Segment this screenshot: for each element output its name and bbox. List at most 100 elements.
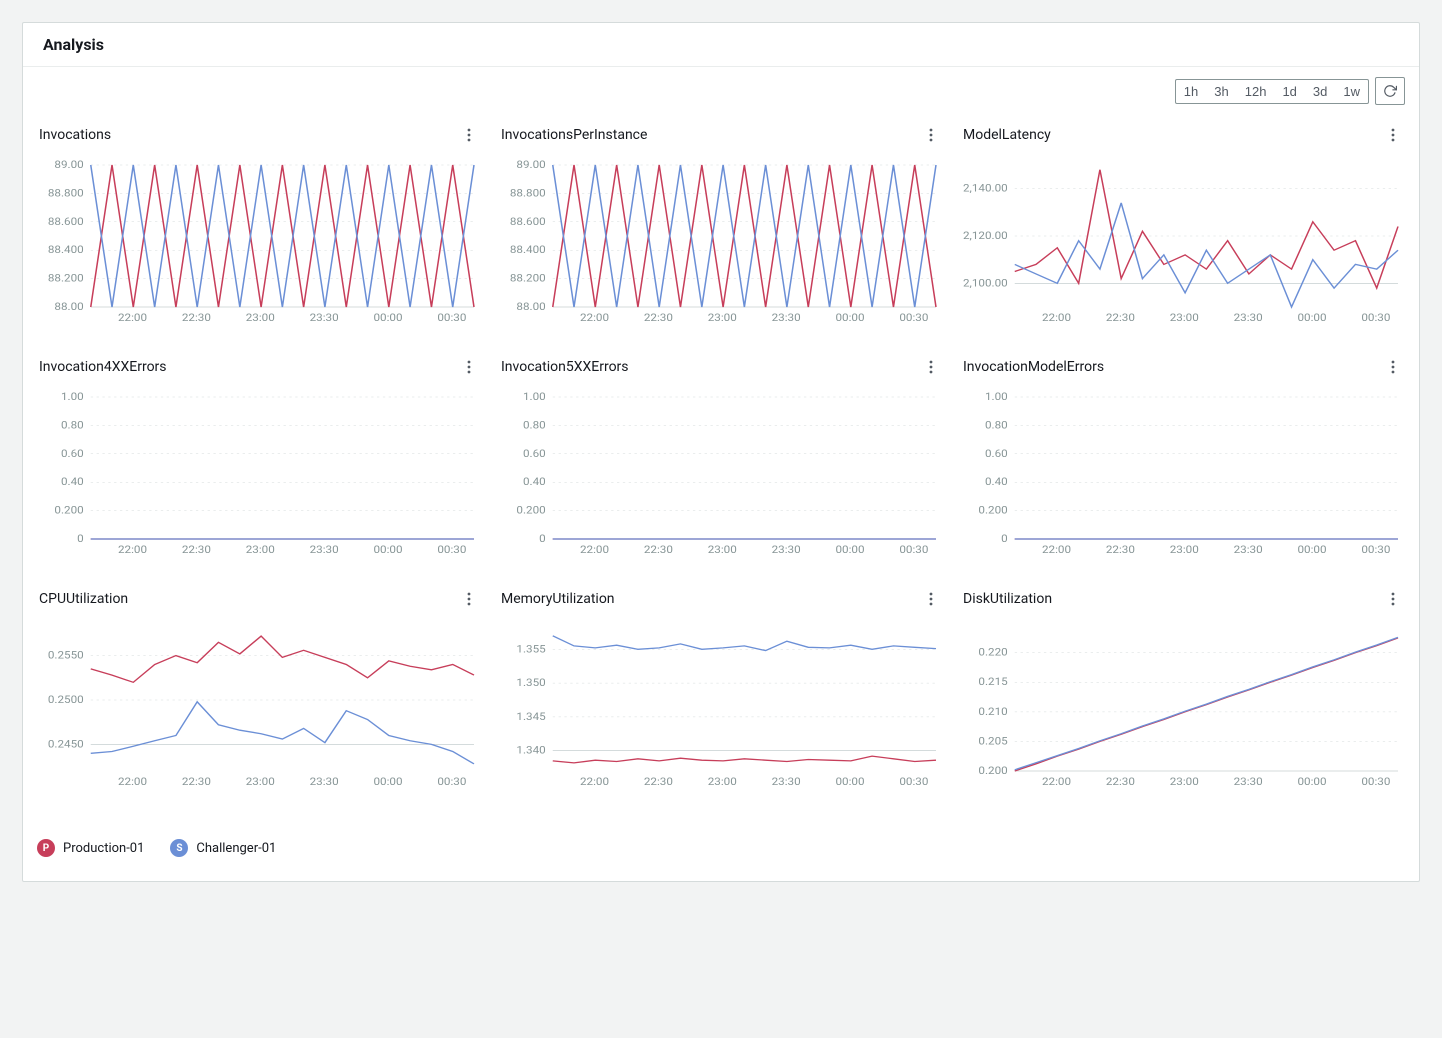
svg-text:22:00: 22:00	[1042, 776, 1071, 788]
panel-title: Analysis	[23, 23, 1419, 67]
kebab-icon	[1391, 360, 1395, 374]
chart-menu-button[interactable]	[921, 589, 941, 609]
svg-text:0.200: 0.200	[978, 504, 1007, 516]
svg-text:0.60: 0.60	[61, 448, 84, 460]
chart-menu-button[interactable]	[459, 357, 479, 377]
chart-tile-invocation4xx: Invocation4XXErrors00.2000.400.600.801.0…	[37, 345, 481, 573]
svg-text:00:30: 00:30	[437, 544, 466, 556]
series-line	[1015, 637, 1398, 770]
svg-text:0.2500: 0.2500	[48, 694, 84, 706]
chart-body: 1.3401.3451.3501.35522:0022:3023:0023:30…	[499, 623, 943, 793]
svg-text:0: 0	[77, 533, 84, 545]
svg-text:0.40: 0.40	[985, 476, 1008, 488]
kebab-icon	[1391, 592, 1395, 606]
svg-text:23:30: 23:30	[1234, 776, 1263, 788]
kebab-icon	[467, 360, 471, 374]
svg-text:2,120.00: 2,120.00	[963, 230, 1008, 242]
chart-title: InvocationsPerInstance	[501, 127, 647, 143]
svg-text:00:30: 00:30	[437, 312, 466, 324]
svg-text:23:00: 23:00	[1170, 544, 1199, 556]
svg-text:1.355: 1.355	[516, 643, 545, 655]
svg-text:0.2550: 0.2550	[48, 649, 84, 661]
chart-body: 0.2000.2050.2100.2150.22022:0022:3023:00…	[961, 623, 1405, 793]
svg-text:22:30: 22:30	[644, 776, 673, 788]
range-12h[interactable]: 12h	[1237, 80, 1275, 103]
svg-text:1.350: 1.350	[516, 677, 545, 689]
svg-text:88.800: 88.800	[48, 187, 84, 199]
svg-text:22:00: 22:00	[580, 776, 609, 788]
chart-menu-button[interactable]	[459, 125, 479, 145]
kebab-icon	[467, 128, 471, 142]
series-line	[91, 702, 474, 764]
range-1w[interactable]: 1w	[1335, 80, 1368, 103]
svg-text:22:00: 22:00	[580, 544, 609, 556]
series-line	[553, 636, 936, 651]
svg-text:1.340: 1.340	[516, 745, 545, 757]
svg-text:0: 0	[1001, 533, 1008, 545]
analysis-panel: Analysis 1h3h12h1d3d1w Invocations88.008…	[22, 22, 1420, 882]
svg-text:0.210: 0.210	[978, 706, 1007, 718]
svg-text:0.215: 0.215	[978, 676, 1007, 688]
range-3d[interactable]: 3d	[1305, 80, 1335, 103]
chart-tile-modelLatency: ModelLatency2,100.002,120.002,140.0022:0…	[961, 113, 1405, 341]
svg-text:88.00: 88.00	[516, 301, 545, 313]
chart-tile-cpuUtil: CPUUtilization0.24500.25000.255022:0022:…	[37, 577, 481, 805]
svg-text:2,140.00: 2,140.00	[963, 182, 1008, 194]
legend: PProduction-01SChallenger-01	[23, 823, 1419, 881]
svg-text:23:00: 23:00	[246, 312, 275, 324]
charts-grid: Invocations88.0088.20088.40088.60088.800…	[23, 105, 1419, 823]
chart-menu-button[interactable]	[1383, 357, 1403, 377]
chart-menu-button[interactable]	[1383, 589, 1403, 609]
svg-text:88.600: 88.600	[510, 216, 546, 228]
chart-menu-button[interactable]	[1383, 125, 1403, 145]
svg-text:22:00: 22:00	[118, 776, 147, 788]
svg-text:23:00: 23:00	[246, 544, 275, 556]
svg-text:22:00: 22:00	[118, 312, 147, 324]
svg-text:23:00: 23:00	[708, 312, 737, 324]
chart-title: Invocation4XXErrors	[39, 359, 167, 375]
svg-text:22:30: 22:30	[1106, 312, 1135, 324]
svg-text:23:00: 23:00	[1170, 312, 1199, 324]
range-3h[interactable]: 3h	[1206, 80, 1236, 103]
svg-text:88.00: 88.00	[54, 301, 83, 313]
svg-text:2,100.00: 2,100.00	[963, 277, 1008, 289]
svg-text:22:30: 22:30	[182, 312, 211, 324]
svg-text:00:30: 00:30	[1361, 544, 1390, 556]
legend-label: Production-01	[63, 841, 144, 856]
chart-title: DiskUtilization	[963, 591, 1052, 607]
svg-text:0.40: 0.40	[523, 476, 546, 488]
svg-text:23:00: 23:00	[246, 776, 275, 788]
legend-item: PProduction-01	[37, 839, 144, 857]
kebab-icon	[929, 128, 933, 142]
svg-text:88.400: 88.400	[48, 244, 84, 256]
chart-menu-button[interactable]	[921, 125, 941, 145]
chart-menu-button[interactable]	[921, 357, 941, 377]
range-1h[interactable]: 1h	[1176, 80, 1206, 103]
svg-text:1.00: 1.00	[523, 391, 546, 403]
svg-text:23:30: 23:30	[310, 312, 339, 324]
chart-body: 0.2450 0.2500 0.2550 22:00 22:30 23:00 23:30 00…	[37, 623, 481, 793]
time-range-group: 1h3h12h1d3d1w	[1175, 79, 1369, 104]
refresh-button[interactable]	[1375, 77, 1405, 105]
chart-body: 00.2000.400.600.801.0022:0022:3023:0023:…	[961, 391, 1405, 561]
chart-tile-memUtil: MemoryUtilization1.3401.3451.3501.35522:…	[499, 577, 943, 805]
svg-text:89.00: 89.00	[516, 159, 545, 171]
svg-text:00:00: 00:00	[373, 776, 402, 788]
refresh-icon	[1383, 84, 1397, 98]
chart-body: 00.2000.400.600.801.0022:0022:3023:0023:…	[37, 391, 481, 561]
svg-text:22:30: 22:30	[182, 776, 211, 788]
range-1d[interactable]: 1d	[1274, 80, 1304, 103]
chart-menu-button[interactable]	[459, 589, 479, 609]
svg-text:0.200: 0.200	[516, 504, 545, 516]
svg-text:22:30: 22:30	[1106, 544, 1135, 556]
svg-text:1.00: 1.00	[61, 391, 84, 403]
svg-text:23:30: 23:30	[310, 776, 339, 788]
svg-text:00:00: 00:00	[835, 544, 864, 556]
svg-text:00:30: 00:30	[1361, 776, 1390, 788]
svg-text:00:00: 00:00	[835, 312, 864, 324]
svg-text:0.2450: 0.2450	[48, 738, 84, 750]
svg-text:22:00: 22:00	[1042, 312, 1071, 324]
svg-text:00:30: 00:30	[899, 544, 928, 556]
series-line	[553, 165, 936, 307]
chart-body: 00.2000.400.600.801.0022:0022:3023:0023:…	[499, 391, 943, 561]
